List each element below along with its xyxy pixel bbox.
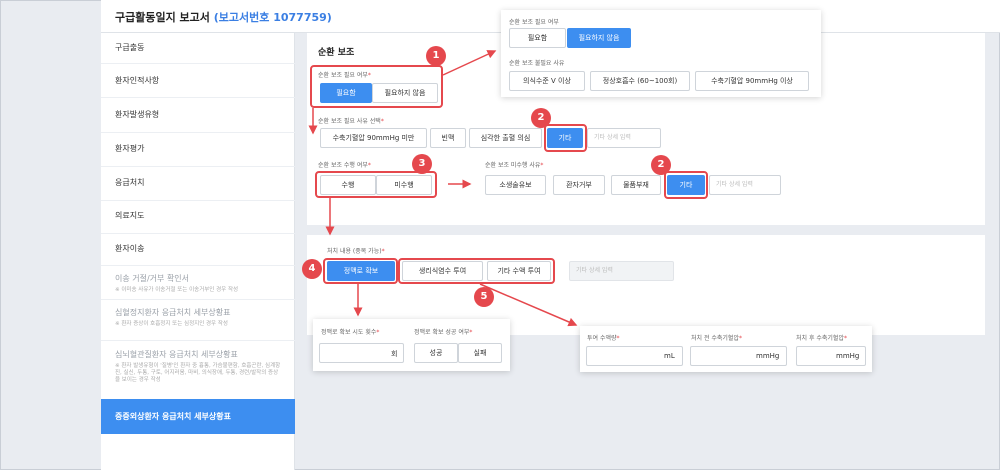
step-badge-2: 2: [531, 108, 551, 128]
annotation-arrows: [308, 50, 578, 327]
step-badge-4: 4: [302, 259, 322, 279]
step-badge-5: 5: [474, 287, 494, 307]
step-badge-3: 3: [412, 154, 432, 174]
step-badge-1: 1: [426, 46, 446, 66]
step-badge-2b: 2: [651, 155, 671, 175]
